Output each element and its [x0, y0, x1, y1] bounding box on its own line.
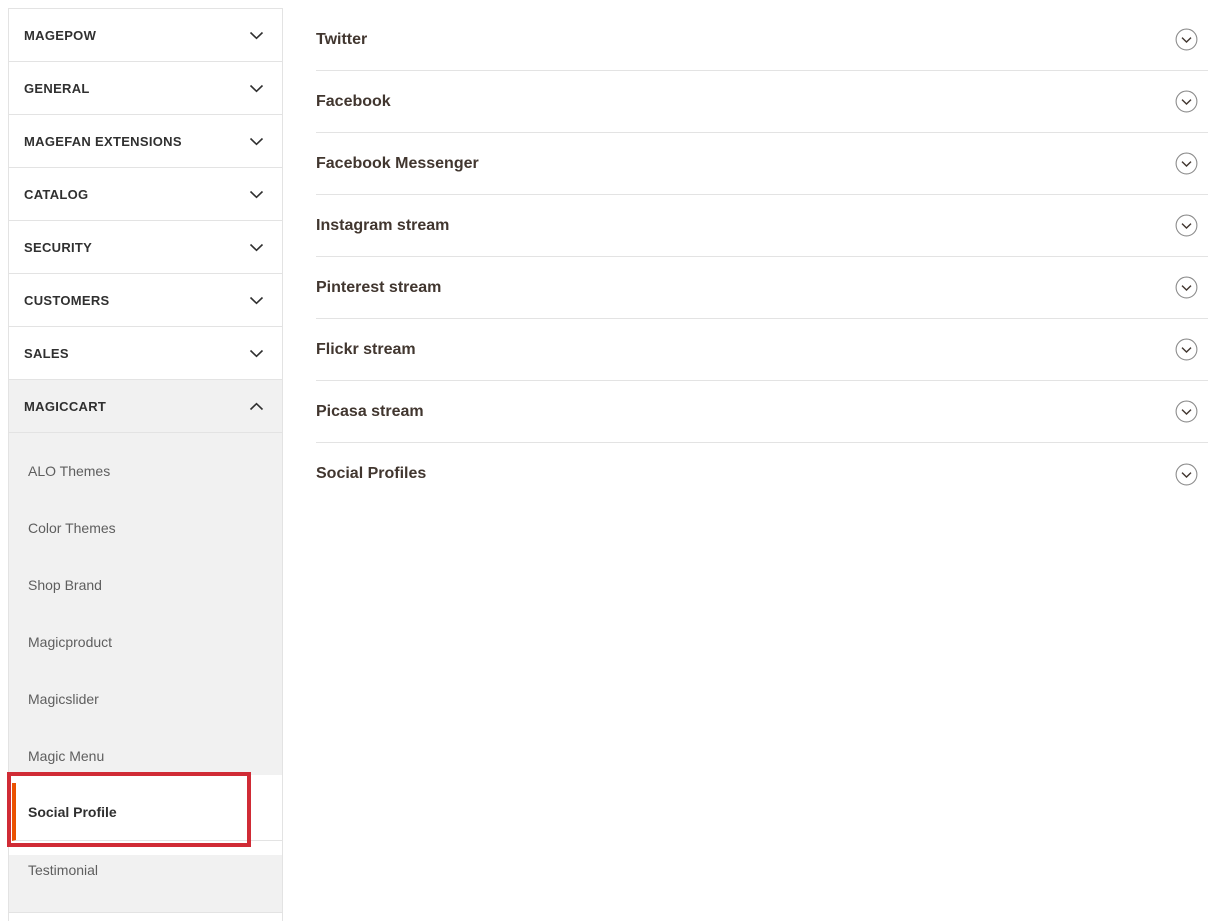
chevron-down-icon — [249, 84, 264, 93]
sidebar-section-security[interactable]: SECURITY — [9, 221, 282, 274]
sidebar-item-magic-menu[interactable]: Magic Menu — [9, 718, 282, 775]
chevron-down-icon — [249, 296, 264, 305]
config-group-instagram-stream[interactable]: Instagram stream — [316, 195, 1208, 257]
sidebar-section-label: SECURITY — [24, 240, 92, 255]
sidebar-section-magepow[interactable]: MAGEPOW — [9, 9, 282, 62]
sidebar-item-alo-themes[interactable]: ALO Themes — [9, 433, 282, 490]
sidebar-section-label: CATALOG — [24, 187, 88, 202]
group-title: Picasa stream — [316, 403, 424, 421]
sidebar-item-label: Social Profile — [28, 802, 117, 822]
chevron-down-circle-icon[interactable] — [1175, 276, 1198, 299]
sidebar-item-label: Magicproduct — [28, 632, 112, 652]
sidebar-section-label: MAGEFAN EXTENSIONS — [24, 134, 182, 149]
chevron-down-circle-icon[interactable] — [1175, 463, 1198, 486]
chevron-up-icon — [249, 402, 264, 411]
sidebar-section-general[interactable]: GENERAL — [9, 62, 282, 115]
sidebar-item-magicslider[interactable]: Magicslider — [9, 661, 282, 718]
sidebar-item-label: Magicslider — [28, 689, 99, 709]
sidebar-item-testimonial[interactable]: Testimonial — [9, 855, 282, 912]
chevron-down-circle-icon[interactable] — [1175, 28, 1198, 51]
sidebar-section-customers[interactable]: CUSTOMERS — [9, 274, 282, 327]
chevron-down-circle-icon[interactable] — [1175, 214, 1198, 237]
sidebar-section-magiccart[interactable]: MAGICCART — [9, 380, 282, 433]
config-group-social-profiles[interactable]: Social Profiles — [316, 443, 1208, 505]
group-title: Social Profiles — [316, 465, 426, 483]
group-title: Pinterest stream — [316, 279, 441, 297]
sidebar-item-label: Shop Brand — [28, 575, 102, 595]
sidebar-section-label: GENERAL — [24, 81, 90, 96]
chevron-down-icon — [249, 137, 264, 146]
chevron-down-circle-icon[interactable] — [1175, 400, 1198, 423]
sidebar-section-label: CUSTOMERS — [24, 293, 110, 308]
config-nav-sidebar: MAGEPOW GENERAL MAGEFAN EXTENSIONS CATAL… — [8, 8, 283, 921]
next-section-stub — [9, 913, 282, 921]
config-groups-panel: Twitter Facebook Facebook Messenger Inst… — [316, 9, 1208, 505]
chevron-down-circle-icon[interactable] — [1175, 90, 1198, 113]
sidebar-section-catalog[interactable]: CATALOG — [9, 168, 282, 221]
config-group-picasa-stream[interactable]: Picasa stream — [316, 381, 1208, 443]
sidebar-item-color-themes[interactable]: Color Themes — [9, 490, 282, 547]
sidebar-item-label: ALO Themes — [28, 461, 110, 481]
chevron-down-circle-icon[interactable] — [1175, 338, 1198, 361]
sidebar-item-label: Color Themes — [28, 518, 116, 538]
active-item-indicator: Social Profile — [12, 783, 282, 841]
chevron-down-icon — [249, 349, 264, 358]
config-group-twitter[interactable]: Twitter — [316, 9, 1208, 71]
sidebar-section-label: MAGEPOW — [24, 28, 96, 43]
config-group-pinterest-stream[interactable]: Pinterest stream — [316, 257, 1208, 319]
chevron-down-icon — [249, 31, 264, 40]
sidebar-item-shop-brand[interactable]: Shop Brand — [9, 547, 282, 604]
group-title: Instagram stream — [316, 217, 449, 235]
config-group-flickr-stream[interactable]: Flickr stream — [316, 319, 1208, 381]
group-title: Twitter — [316, 31, 367, 49]
chevron-down-icon — [249, 243, 264, 252]
sidebar-section-label: SALES — [24, 346, 69, 361]
group-title: Facebook Messenger — [316, 155, 479, 173]
sidebar-item-label: Magic Menu — [28, 746, 104, 766]
config-group-facebook[interactable]: Facebook — [316, 71, 1208, 133]
sidebar-section-label: MAGICCART — [24, 399, 106, 414]
chevron-down-icon — [249, 190, 264, 199]
sidebar-section-magefan-extensions[interactable]: MAGEFAN EXTENSIONS — [9, 115, 282, 168]
group-title: Flickr stream — [316, 341, 416, 359]
store-configuration-page: MAGEPOW GENERAL MAGEFAN EXTENSIONS CATAL… — [0, 0, 1230, 921]
chevron-down-circle-icon[interactable] — [1175, 152, 1198, 175]
sidebar-item-magicproduct[interactable]: Magicproduct — [9, 604, 282, 661]
sidebar-item-label: Testimonial — [28, 860, 98, 880]
sidebar-item-social-profile[interactable]: Social Profile — [9, 775, 282, 855]
magiccart-subnav: ALO Themes Color Themes Shop Brand Magic… — [9, 433, 282, 913]
group-title: Facebook — [316, 93, 391, 111]
sidebar-section-sales[interactable]: SALES — [9, 327, 282, 380]
config-group-facebook-messenger[interactable]: Facebook Messenger — [316, 133, 1208, 195]
